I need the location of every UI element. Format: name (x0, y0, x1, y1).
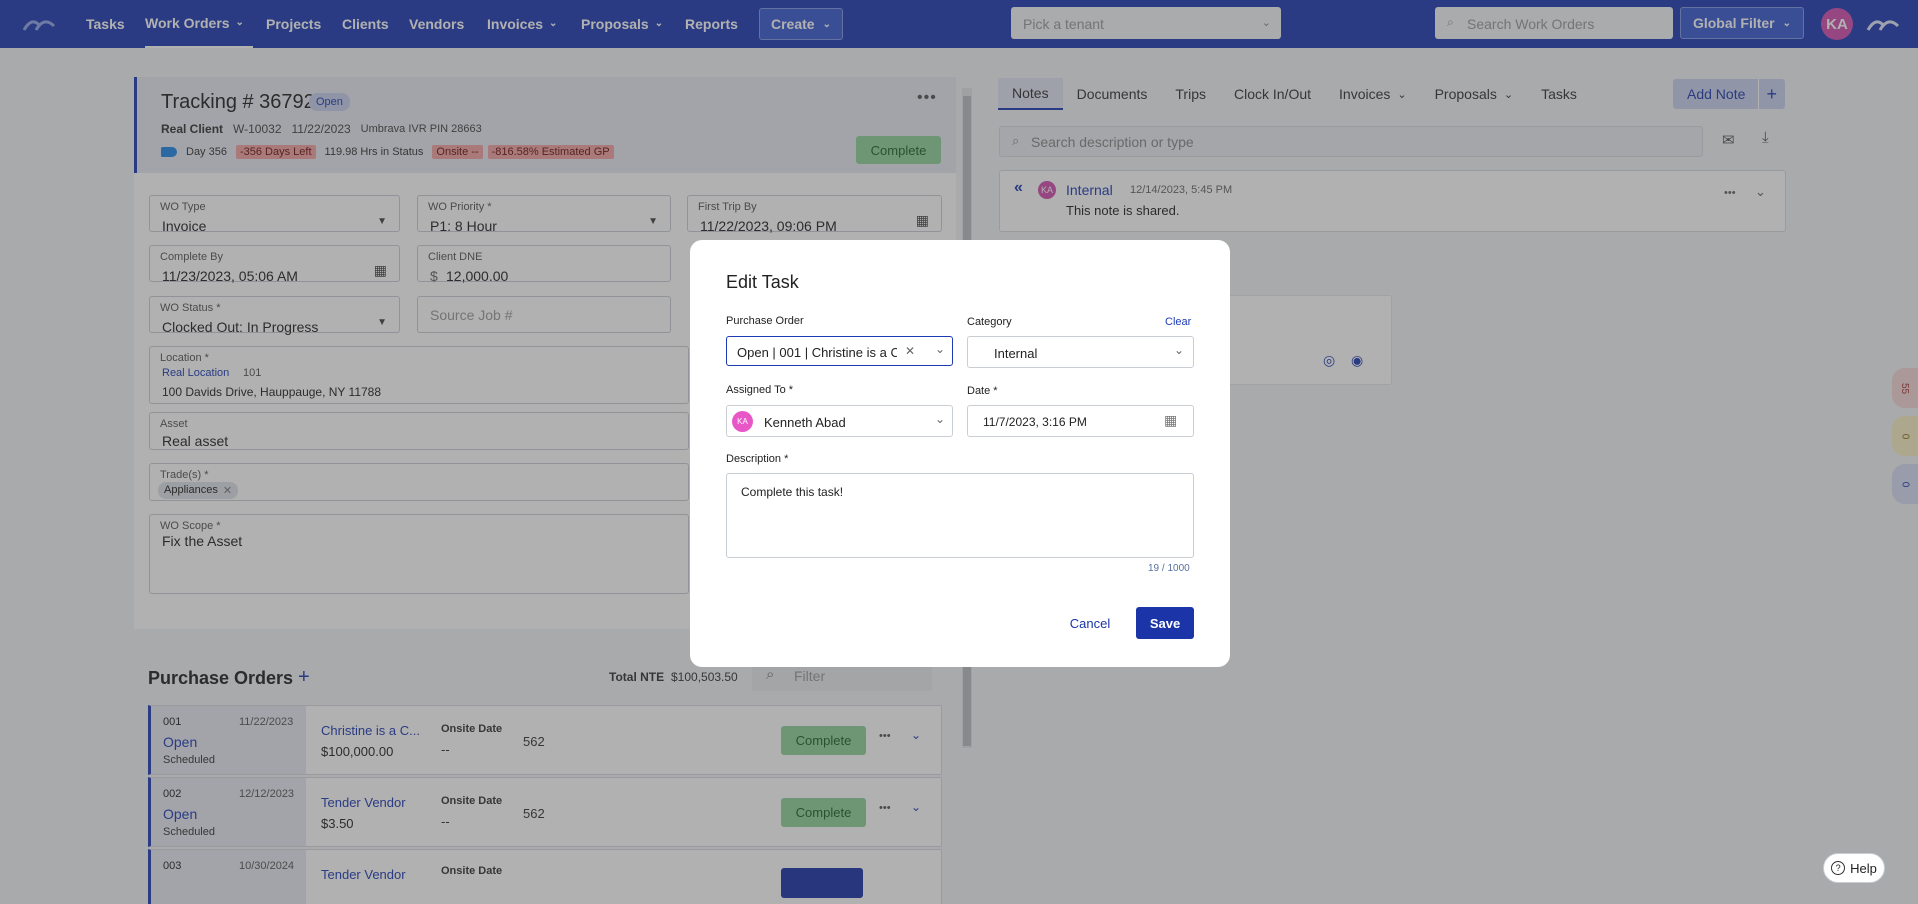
edit-task-modal: Edit Task Purchase Order Open | 001 | Ch… (690, 240, 1230, 667)
assigned-to-label: Assigned To * (726, 384, 794, 396)
date-value: 11/7/2023, 3:16 PM (983, 415, 1087, 429)
purchase-order-select[interactable]: Open | 001 | Christine is a C ✕ ⌄ (726, 336, 953, 366)
category-select[interactable]: Internal ⌄ (967, 336, 1194, 368)
cancel-button[interactable]: Cancel (1060, 607, 1120, 639)
date-field[interactable]: 11/7/2023, 3:16 PM ▦ (967, 405, 1194, 437)
save-button[interactable]: Save (1136, 607, 1194, 639)
description-value: Complete this task! (741, 485, 844, 499)
chevron-down-icon: ⌄ (1174, 343, 1185, 357)
description-textarea[interactable]: Complete this task! (726, 473, 1194, 558)
purchase-order-label: Purchase Order (726, 315, 804, 327)
character-count: 19 / 1000 (1148, 563, 1190, 574)
help-button[interactable]: ? Help (1823, 853, 1885, 883)
assigned-to-select[interactable]: KA Kenneth Abad ⌄ (726, 405, 953, 437)
category-label: Category (967, 316, 1012, 328)
help-icon: ? (1831, 861, 1846, 875)
calendar-icon[interactable]: ▦ (1164, 412, 1177, 429)
clear-category-link[interactable]: Clear (1165, 316, 1191, 328)
purchase-order-value: Open | 001 | Christine is a C (737, 345, 897, 360)
chevron-down-icon: ⌄ (935, 342, 946, 356)
chevron-down-icon: ⌄ (935, 412, 946, 426)
description-label: Description * (726, 453, 789, 465)
category-value: Internal (994, 346, 1038, 361)
date-label: Date * (967, 385, 998, 397)
modal-title: Edit Task (726, 272, 799, 292)
assigned-to-value: Kenneth Abad (764, 415, 846, 430)
avatar: KA (732, 411, 753, 432)
help-label: Help (1850, 860, 1877, 876)
clear-icon[interactable]: ✕ (905, 344, 915, 358)
